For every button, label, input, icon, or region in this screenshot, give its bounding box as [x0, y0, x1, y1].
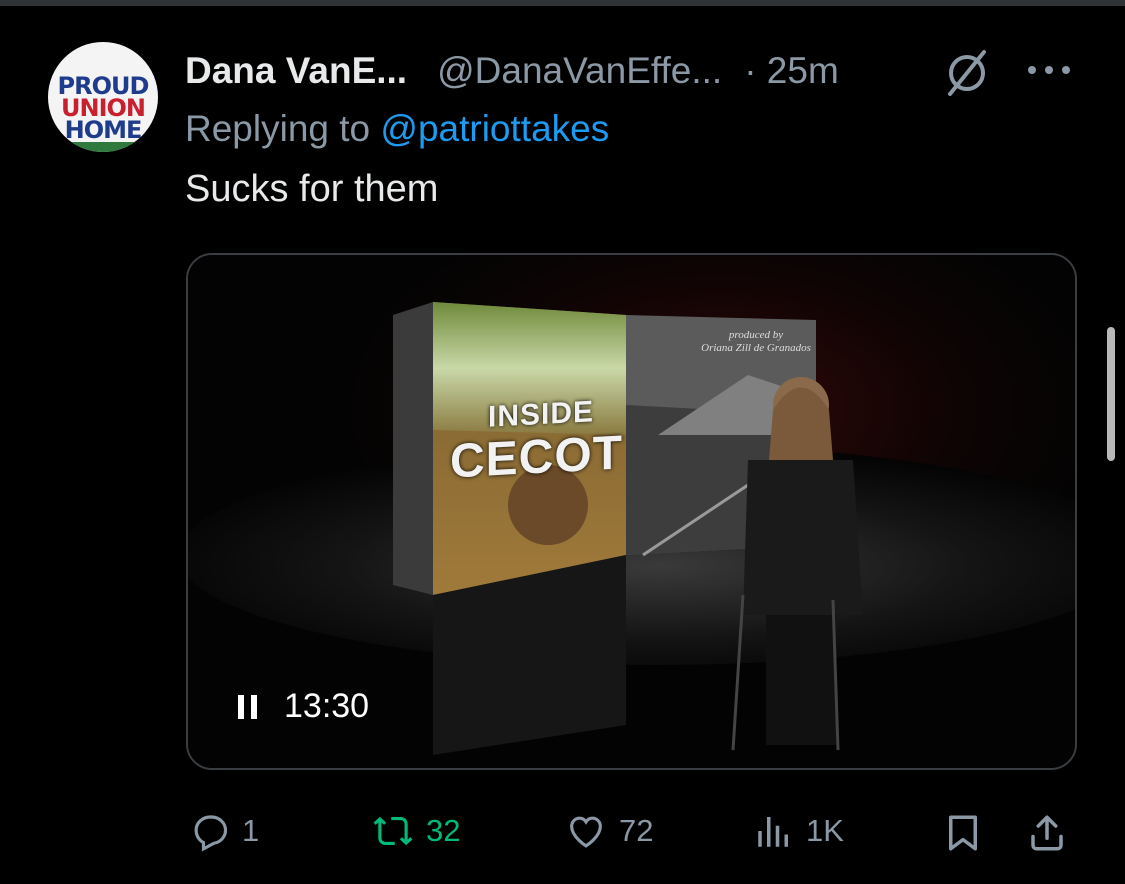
timestamp[interactable]: · 25m	[744, 50, 839, 92]
video-elapsed-time: 13:30	[284, 687, 370, 725]
share-icon	[1031, 815, 1063, 851]
avatar-text-line3: HOME	[64, 116, 143, 144]
repost-icon	[373, 816, 413, 846]
user-handle[interactable]: @DanaVanEffe...	[437, 50, 722, 92]
display-name[interactable]: Dana VanE...	[185, 50, 407, 92]
scrollbar-thumb[interactable]	[1107, 327, 1115, 461]
heart-icon	[570, 816, 602, 848]
repost-button[interactable]: 32	[370, 810, 460, 852]
share-button[interactable]	[1026, 810, 1068, 856]
reply-button[interactable]: 1	[190, 810, 259, 852]
replying-to-mention[interactable]: @patriottakes	[380, 108, 609, 149]
replying-to-line: Replying to @patriottakes	[185, 108, 609, 150]
pause-icon[interactable]	[236, 693, 260, 721]
top-divider	[0, 0, 1125, 6]
bookmark-icon	[949, 815, 977, 851]
cover-title-line2: CECOT	[450, 426, 623, 489]
bookmark-button[interactable]	[942, 810, 984, 856]
more-dots-icon[interactable]	[1024, 52, 1074, 88]
replying-to-label: Replying to	[185, 108, 371, 149]
avatar[interactable]: PROUD UNION HOME	[48, 42, 158, 152]
reply-icon	[194, 815, 228, 852]
views-bar-chart-icon	[758, 817, 788, 847]
views-button[interactable]: 1K	[752, 810, 844, 852]
credits-line1: produced by	[728, 329, 784, 341]
slashed-circle-icon[interactable]	[940, 48, 994, 96]
video-player[interactable]: INSIDE CECOT produced by Oriana Zill de …	[186, 253, 1077, 770]
avatar-stripe	[48, 142, 158, 152]
like-button[interactable]: 72	[563, 810, 653, 852]
tweet-header: Dana VanE... @DanaVanEffe... · 25m	[185, 46, 839, 96]
repost-count: 32	[426, 813, 461, 848]
views-count: 1K	[806, 813, 844, 848]
reply-count: 1	[242, 813, 260, 848]
credits-line2: Oriana Zill de Granados	[701, 342, 811, 354]
tweet-text: Sucks for them	[185, 168, 439, 210]
like-count: 72	[619, 813, 654, 848]
tweet-actions: 1 32 72 1K	[0, 800, 1125, 870]
cover-credits: produced by Oriana Zill de Granados	[686, 329, 826, 355]
